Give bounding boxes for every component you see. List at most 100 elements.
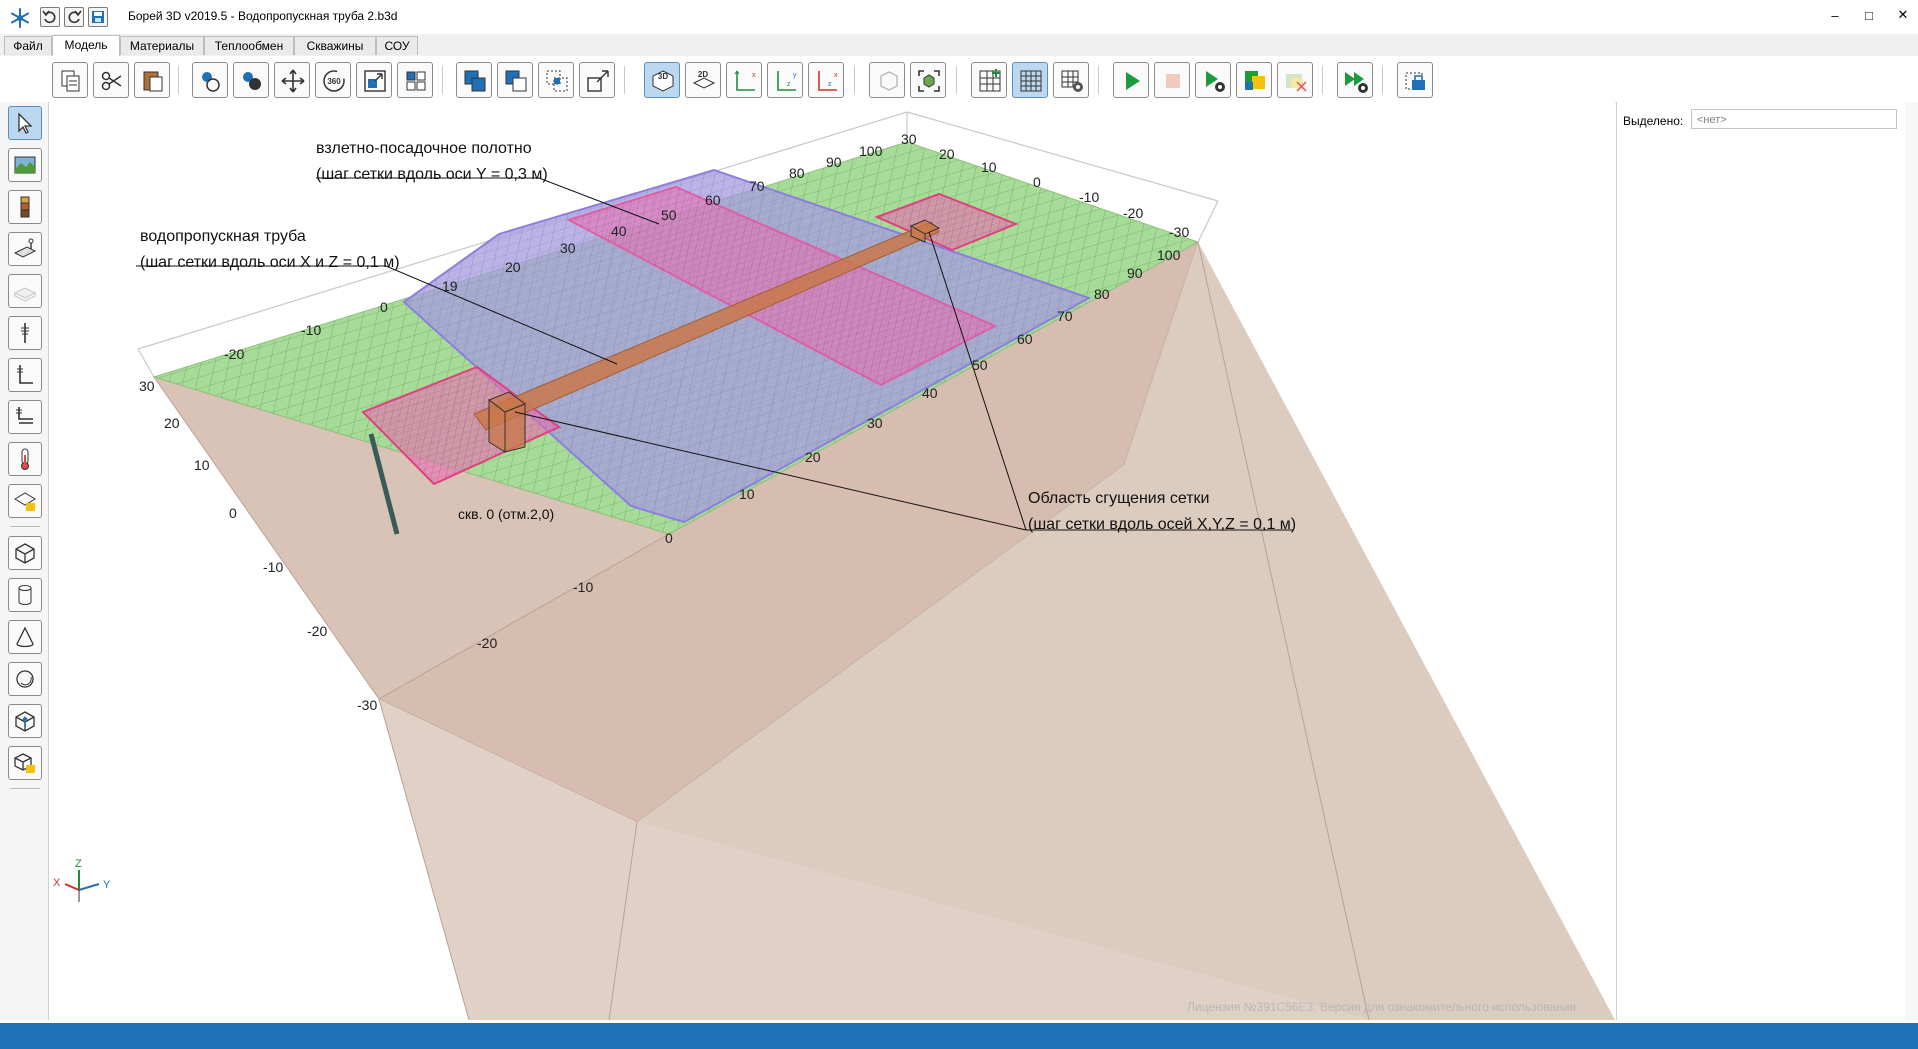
close-button[interactable]: ✕ <box>1880 0 1918 30</box>
tick-label: 20 <box>805 449 821 465</box>
run-settings-button[interactable] <box>1195 62 1231 98</box>
bool-subtract-button[interactable] <box>497 62 533 98</box>
soil-column-icon <box>20 196 30 218</box>
toolbar-separator <box>1322 66 1323 94</box>
tab-heat-exchange[interactable]: Теплообмен <box>204 36 294 55</box>
tick-label: 0 <box>380 299 388 315</box>
terrain-tool[interactable] <box>8 148 42 182</box>
annotation-mesh-refine-detail: (шаг сетки вдоль осей X,Y,Z = 0,1 м) <box>1028 516 1297 533</box>
culvert-outlet-box[interactable] <box>487 391 527 453</box>
union-icon <box>464 70 486 92</box>
horizontal-cooling-tool[interactable] <box>8 400 42 434</box>
select-objects-icon <box>202 72 220 92</box>
annotation-runway-detail: (шаг сетки вдоль оси Y = 0,3 м) <box>316 166 548 183</box>
tick-label: 30 <box>139 378 155 394</box>
object-material-tool[interactable] <box>8 746 42 780</box>
zoom-extents-icon <box>918 70 940 92</box>
extrude-tool[interactable] <box>8 704 42 738</box>
mesh-toggle-button[interactable] <box>1012 62 1048 98</box>
view-3d-button[interactable]: 3D <box>644 62 680 98</box>
select-objects-button[interactable] <box>192 62 228 98</box>
copy-button[interactable] <box>52 62 88 98</box>
annotation-mesh-refine-title: Область сгущения сетки <box>1028 490 1210 507</box>
thermometer-pile-icon <box>21 323 29 343</box>
tab-cooling-devices[interactable]: СОУ <box>376 36 418 55</box>
redo-button[interactable] <box>64 7 84 27</box>
save-button[interactable] <box>88 7 108 27</box>
disabled-slab-tool[interactable] <box>8 274 42 308</box>
extrude-cube-icon <box>15 711 35 732</box>
play-icon <box>1126 72 1140 90</box>
mesh-grid-icon <box>1020 70 1042 92</box>
svg-text:x: x <box>834 72 838 79</box>
layers-tool[interactable] <box>8 190 42 224</box>
deselect-objects-button[interactable] <box>233 62 269 98</box>
bool-union-button[interactable] <box>456 62 492 98</box>
ribbon-tabs: Файл Модель Материалы Теплообмен Скважин… <box>0 34 1918 57</box>
box-primitive-tool[interactable] <box>8 536 42 570</box>
tick-label: -10 <box>573 579 593 595</box>
intersect-icon <box>546 70 568 92</box>
title-bar: Борей 3D v2019.5 - Водопропускная труба … <box>0 0 1918 34</box>
array-button[interactable] <box>397 62 433 98</box>
tick-label: 0 <box>665 530 673 546</box>
cylinder-primitive-tool[interactable] <box>8 578 42 612</box>
move-button[interactable] <box>274 62 310 98</box>
rotate-360-button[interactable]: 360 <box>315 62 351 98</box>
panel-scrollbar[interactable] <box>1905 102 1918 1020</box>
cursor-arrow-icon <box>18 112 33 134</box>
zoom-extents-button[interactable] <box>910 62 946 98</box>
hidden-objects-button[interactable] <box>869 62 905 98</box>
sphere-primitive-tool[interactable] <box>8 662 42 696</box>
stop-button[interactable] <box>1154 62 1190 98</box>
view-yz-button[interactable]: yz <box>767 62 803 98</box>
tick-label: -20 <box>477 635 497 651</box>
left-toolbox <box>0 102 49 1020</box>
paste-button[interactable] <box>134 62 170 98</box>
tab-model[interactable]: Модель <box>52 35 120 56</box>
batch-run-button[interactable] <box>1337 62 1373 98</box>
scale-button[interactable] <box>356 62 392 98</box>
tab-wells[interactable]: Скважины <box>294 36 376 55</box>
thermometer-icon <box>21 448 29 470</box>
paste-icon <box>143 71 163 92</box>
cone-primitive-tool[interactable] <box>8 620 42 654</box>
svg-text:x: x <box>752 72 756 79</box>
view-xz-button[interactable]: x <box>726 62 762 98</box>
view-2d-button[interactable]: 2D <box>685 62 721 98</box>
thermometer-tool[interactable] <box>8 442 42 476</box>
bool-intersect-button[interactable] <box>538 62 574 98</box>
annotation-culvert-title: водопропускная труба <box>140 228 306 245</box>
pile-tool[interactable] <box>8 316 42 350</box>
selected-field[interactable]: <нет> <box>1691 109 1897 129</box>
run-button[interactable] <box>1113 62 1149 98</box>
annotation-culvert: водопропускная труба (шаг сетки вдоль ос… <box>140 224 400 276</box>
undo-button[interactable] <box>40 7 60 27</box>
slab-tool[interactable] <box>8 232 42 266</box>
results-button[interactable] <box>1236 62 1272 98</box>
cut-button[interactable] <box>93 62 129 98</box>
export-selection-icon <box>1405 72 1425 90</box>
mesh-add-button[interactable] <box>971 62 1007 98</box>
tick-label: 30 <box>901 131 917 147</box>
material-assign-tool[interactable] <box>8 484 42 518</box>
cube-icon <box>15 543 35 564</box>
scissors-icon <box>101 71 122 91</box>
tab-materials[interactable]: Материалы <box>120 36 204 55</box>
3d-viewport[interactable]: 30 20 10 0 -10 -20 -30 0 -10 -20 -10 -20… <box>49 102 1615 1020</box>
results-clear-button[interactable] <box>1277 62 1313 98</box>
pointer-tool[interactable] <box>8 106 42 140</box>
cooling-pipe-icon <box>17 365 33 384</box>
view-xy-button[interactable]: xz <box>808 62 844 98</box>
tick-label: 90 <box>826 154 842 170</box>
mesh-settings-button[interactable] <box>1053 62 1089 98</box>
fit-view-button[interactable] <box>579 62 615 98</box>
cube-material-icon <box>14 753 35 773</box>
tab-file[interactable]: Файл <box>4 36 52 55</box>
redo-icon <box>68 10 82 24</box>
svg-text:z: z <box>828 81 832 88</box>
export-button[interactable] <box>1397 62 1433 98</box>
toolbar-separator <box>442 66 443 94</box>
axes-yz-icon: yz <box>777 71 797 91</box>
cooling-device-tool[interactable] <box>8 358 42 392</box>
